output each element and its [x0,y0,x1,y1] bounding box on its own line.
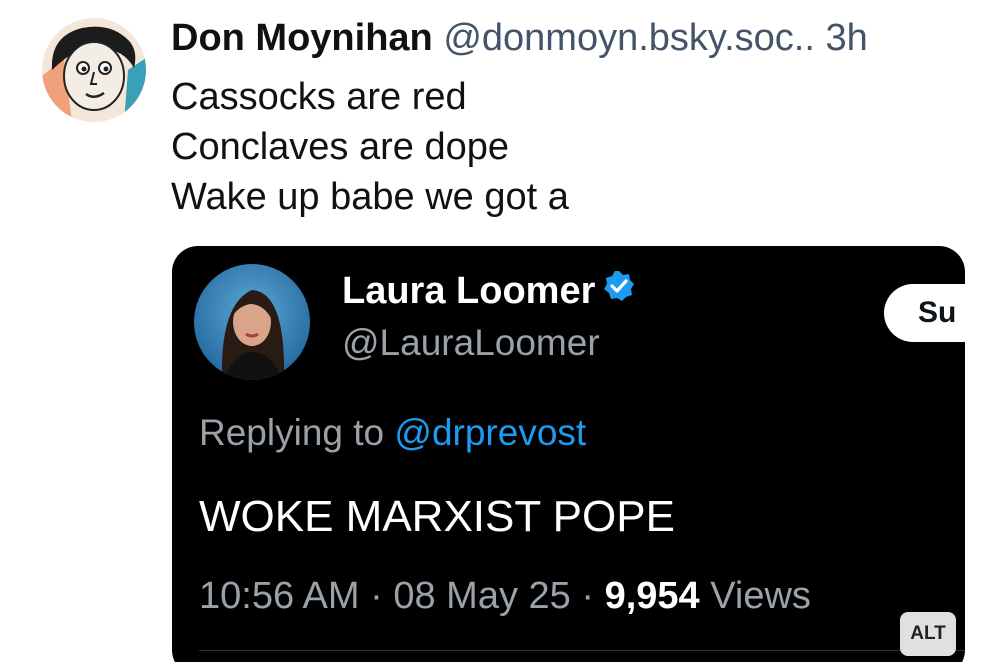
subscribe-button: Su [884,284,965,342]
replying-mention: @drprevost [394,412,587,453]
portrait-photo-icon [194,264,310,380]
divider [199,650,965,651]
meta-separator: · [581,575,595,617]
replying-to: Replying to @drprevost [199,410,586,456]
author-avatar[interactable] [42,18,146,122]
replying-prefix: Replying to [199,412,385,453]
post-text-line: Conclaves are dope [171,126,509,168]
post-timestamp[interactable]: 3h [825,17,867,59]
quoted-time: 10:56 AM [199,575,360,617]
post-text-line: Cassocks are red [171,76,467,118]
alt-text-button[interactable]: ALT [900,612,956,656]
verified-badge-icon [603,267,635,313]
post-text-line: Wake up babe we got a [171,176,569,218]
author-display-name[interactable]: Don Moynihan [171,17,433,59]
post[interactable]: Don Moynihan @donmoyn.bsky.soc.. 3h Cass… [0,0,1000,662]
quoted-author-handle: @LauraLoomer [342,322,600,363]
quoted-post-meta: 10:56 AM · 08 May 25 · 9,954 Views [199,572,811,620]
post-header: Don Moynihan @donmoyn.bsky.soc.. 3h [171,14,868,62]
quoted-author-row: Laura Loomer [342,268,635,314]
post-text: Cassocks are red Conclaves are dope Wake… [171,72,569,222]
quoted-date: 08 May 25 [393,575,571,617]
embedded-image[interactable]: Laura Loomer @LauraLoomer Su Replying to… [172,246,965,662]
views-count: 9,954 [604,575,700,617]
cartoon-face-avatar-icon [42,18,146,122]
quoted-post-body: WOKE MARXIST POPE [199,492,675,541]
quoted-author-avatar [194,264,310,380]
views-label: Views [710,575,811,617]
meta-separator: · [370,575,383,617]
quoted-author-name: Laura Loomer [342,270,596,312]
author-handle[interactable]: @donmoyn.bsky.soc.. [443,17,815,59]
